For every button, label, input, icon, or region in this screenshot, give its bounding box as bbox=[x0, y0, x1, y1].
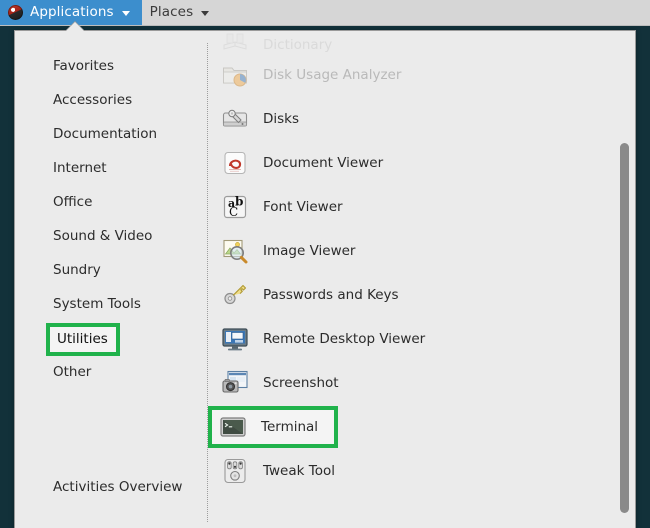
dictionary-icon bbox=[221, 31, 249, 53]
activities-overview-label: Activities Overview bbox=[53, 479, 183, 495]
app-item-terminal[interactable]: Terminal bbox=[208, 405, 635, 449]
category-sidebar: Favorites Accessories Documentation Inte… bbox=[15, 31, 193, 528]
app-item-disks[interactable]: Disks bbox=[213, 97, 635, 141]
application-list: Dictionary Disk Usage Analyzer Disks Doc… bbox=[193, 31, 635, 528]
image-viewer-icon bbox=[221, 237, 249, 265]
app-item-document-viewer[interactable]: Document Viewer bbox=[213, 141, 635, 185]
sidebar-item-label: System Tools bbox=[53, 296, 141, 312]
sidebar-item-label: Favorites bbox=[53, 58, 114, 74]
sidebar-item-utilities[interactable]: Utilities bbox=[15, 321, 193, 356]
app-item-label: Terminal bbox=[261, 419, 319, 435]
app-item-disk-usage-analyzer[interactable]: Disk Usage Analyzer bbox=[213, 53, 635, 97]
chevron-down-icon bbox=[121, 10, 130, 16]
remote-desktop-viewer-icon bbox=[221, 325, 249, 353]
tweak-tool-icon bbox=[221, 457, 249, 485]
sidebar-item-office[interactable]: Office bbox=[15, 185, 193, 219]
passwords-and-keys-icon bbox=[221, 281, 249, 309]
sidebar-item-other[interactable]: Other bbox=[15, 355, 193, 389]
applications-menu-label: Applications bbox=[30, 3, 114, 20]
places-menu-label: Places bbox=[149, 3, 194, 20]
sidebar-item-documentation[interactable]: Documentation bbox=[15, 117, 193, 151]
places-menu-button[interactable]: Places bbox=[142, 0, 222, 25]
app-item-label: Disk Usage Analyzer bbox=[263, 67, 402, 83]
app-item-label: Document Viewer bbox=[263, 155, 384, 171]
app-list-scrollbar[interactable] bbox=[620, 31, 629, 528]
disks-icon bbox=[221, 105, 249, 133]
document-viewer-icon bbox=[221, 149, 249, 177]
sidebar-item-label: Other bbox=[53, 364, 92, 380]
sidebar-item-favorites[interactable]: Favorites bbox=[15, 49, 193, 83]
app-item-label: Tweak Tool bbox=[263, 463, 335, 479]
sidebar-item-label: Sundry bbox=[53, 262, 101, 278]
sidebar-item-sound-and-video[interactable]: Sound & Video bbox=[15, 219, 193, 253]
vertical-divider bbox=[207, 43, 209, 522]
svg-text:C: C bbox=[229, 205, 238, 219]
menu-pointer bbox=[66, 22, 84, 31]
chevron-down-icon bbox=[201, 10, 210, 16]
app-item-remote-desktop-viewer[interactable]: Remote Desktop Viewer bbox=[213, 317, 635, 361]
app-item-font-viewer[interactable]: a b C Font Viewer bbox=[213, 185, 635, 229]
sidebar-item-label: Sound & Video bbox=[53, 228, 153, 244]
sidebar-item-label: Internet bbox=[53, 160, 107, 176]
utilities-highlight-box: Utilities bbox=[46, 323, 120, 356]
app-item-screenshot[interactable]: Screenshot bbox=[213, 361, 635, 405]
screen: Applications Places Favorites Accessorie… bbox=[0, 0, 650, 528]
sidebar-item-label: Utilities bbox=[57, 331, 108, 347]
app-item-label: Image Viewer bbox=[263, 243, 356, 259]
activities-overview-button[interactable]: Activities Overview bbox=[15, 470, 193, 504]
app-item-image-viewer[interactable]: Image Viewer bbox=[213, 229, 635, 273]
disk-usage-analyzer-icon bbox=[221, 61, 249, 89]
app-item-passwords-and-keys[interactable]: Passwords and Keys bbox=[213, 273, 635, 317]
app-item-label: Font Viewer bbox=[263, 199, 343, 215]
app-item-label: Passwords and Keys bbox=[263, 287, 399, 303]
sidebar-item-sundry[interactable]: Sundry bbox=[15, 253, 193, 287]
app-item-label: Dictionary bbox=[263, 37, 333, 53]
app-item-label: Screenshot bbox=[263, 375, 339, 391]
sidebar-item-label: Documentation bbox=[53, 126, 158, 142]
applications-menu-popup: Favorites Accessories Documentation Inte… bbox=[14, 30, 636, 528]
sidebar-item-label: Office bbox=[53, 194, 93, 210]
sidebar-item-internet[interactable]: Internet bbox=[15, 151, 193, 185]
sidebar-item-accessories[interactable]: Accessories bbox=[15, 83, 193, 117]
terminal-icon bbox=[219, 413, 247, 441]
app-item-dictionary[interactable]: Dictionary bbox=[213, 31, 635, 53]
top-panel: Applications Places bbox=[0, 0, 650, 26]
app-item-label: Disks bbox=[263, 111, 300, 127]
app-item-tweak-tool[interactable]: Tweak Tool bbox=[213, 449, 635, 493]
screenshot-icon bbox=[221, 369, 249, 397]
scrollbar-thumb[interactable] bbox=[620, 143, 629, 513]
sidebar-item-label: Accessories bbox=[53, 92, 133, 108]
distro-logo-icon bbox=[8, 5, 23, 20]
sidebar-item-system-tools[interactable]: System Tools bbox=[15, 287, 193, 321]
font-viewer-icon: a b C bbox=[221, 193, 249, 221]
app-item-label: Remote Desktop Viewer bbox=[263, 331, 426, 347]
